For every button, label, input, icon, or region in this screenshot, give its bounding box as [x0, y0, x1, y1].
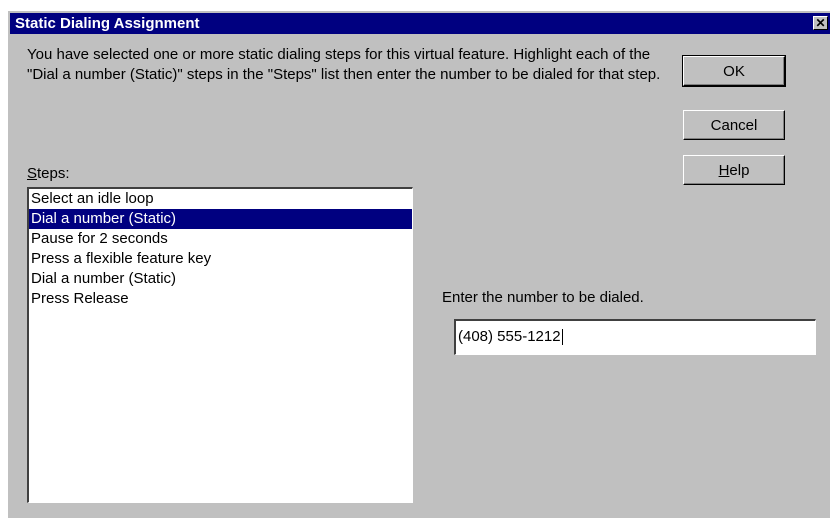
help-button[interactable]: Help: [683, 155, 785, 185]
list-item[interactable]: Dial a number (Static): [29, 269, 412, 289]
list-item[interactable]: Press Release: [29, 289, 412, 309]
window-title: Static Dialing Assignment: [15, 15, 200, 32]
text-caret: [561, 329, 563, 346]
cancel-button[interactable]: Cancel: [683, 110, 785, 140]
close-icon[interactable]: ✕: [813, 16, 828, 30]
steps-label: Steps:: [27, 165, 70, 182]
list-item[interactable]: Pause for 2 seconds: [29, 229, 412, 249]
static-dialing-dialog: Static Dialing Assignment ✕ You have sel…: [7, 10, 830, 518]
help-label-rest: elp: [729, 161, 750, 179]
ok-button[interactable]: OK: [682, 55, 786, 87]
number-value: (408) 555-1212: [458, 328, 561, 345]
list-item[interactable]: Select an idle loop: [29, 189, 412, 209]
instructions-text: You have selected one or more static dia…: [27, 46, 661, 83]
list-item-selected[interactable]: Dial a number (Static): [29, 209, 412, 229]
list-item[interactable]: Press a flexible feature key: [29, 249, 412, 269]
steps-label-rest: teps:: [37, 165, 70, 182]
steps-mnemonic: S: [27, 165, 38, 182]
steps-listbox[interactable]: Select an idle loop Dial a number (Stati…: [27, 187, 413, 503]
help-mnemonic: H: [718, 161, 730, 179]
number-label: Enter the number to be dialed.: [442, 289, 644, 306]
number-field[interactable]: (408) 555-1212: [454, 319, 816, 355]
title-bar[interactable]: Static Dialing Assignment ✕: [10, 13, 830, 34]
